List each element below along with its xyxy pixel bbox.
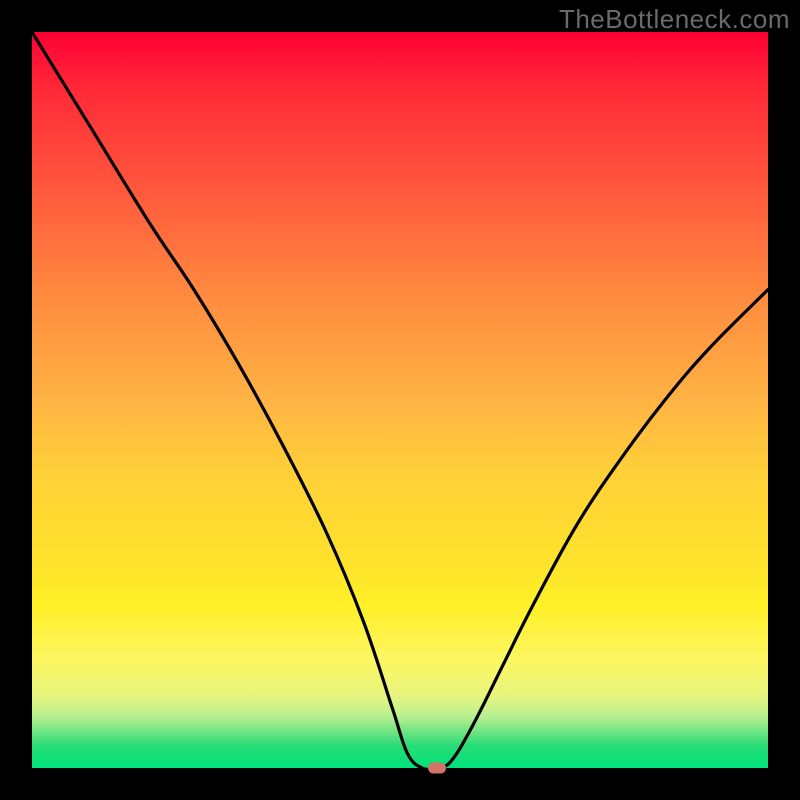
optimal-point-marker [428, 763, 446, 774]
watermark-text: TheBottleneck.com [559, 4, 790, 35]
bottleneck-curve [32, 32, 768, 768]
chart-plot-area [32, 32, 768, 768]
